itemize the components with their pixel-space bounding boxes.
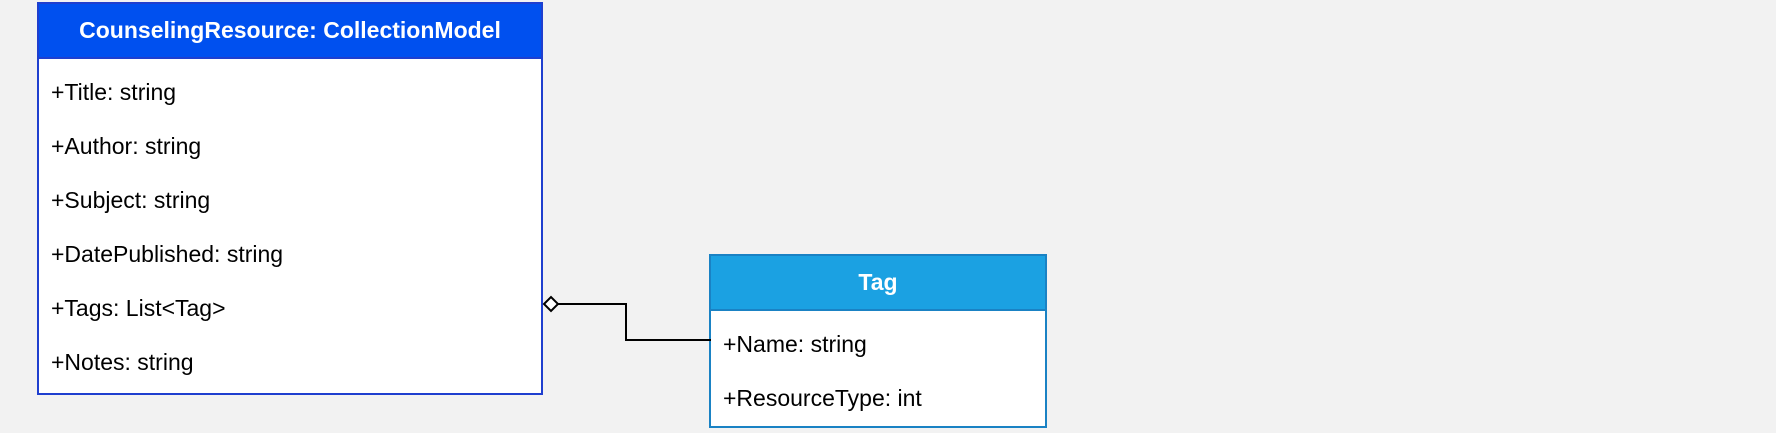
connector-layer: [542, 295, 711, 341]
aggregation-diamond-icon: [542, 295, 560, 313]
aggregation-connector[interactable]: [558, 303, 711, 341]
